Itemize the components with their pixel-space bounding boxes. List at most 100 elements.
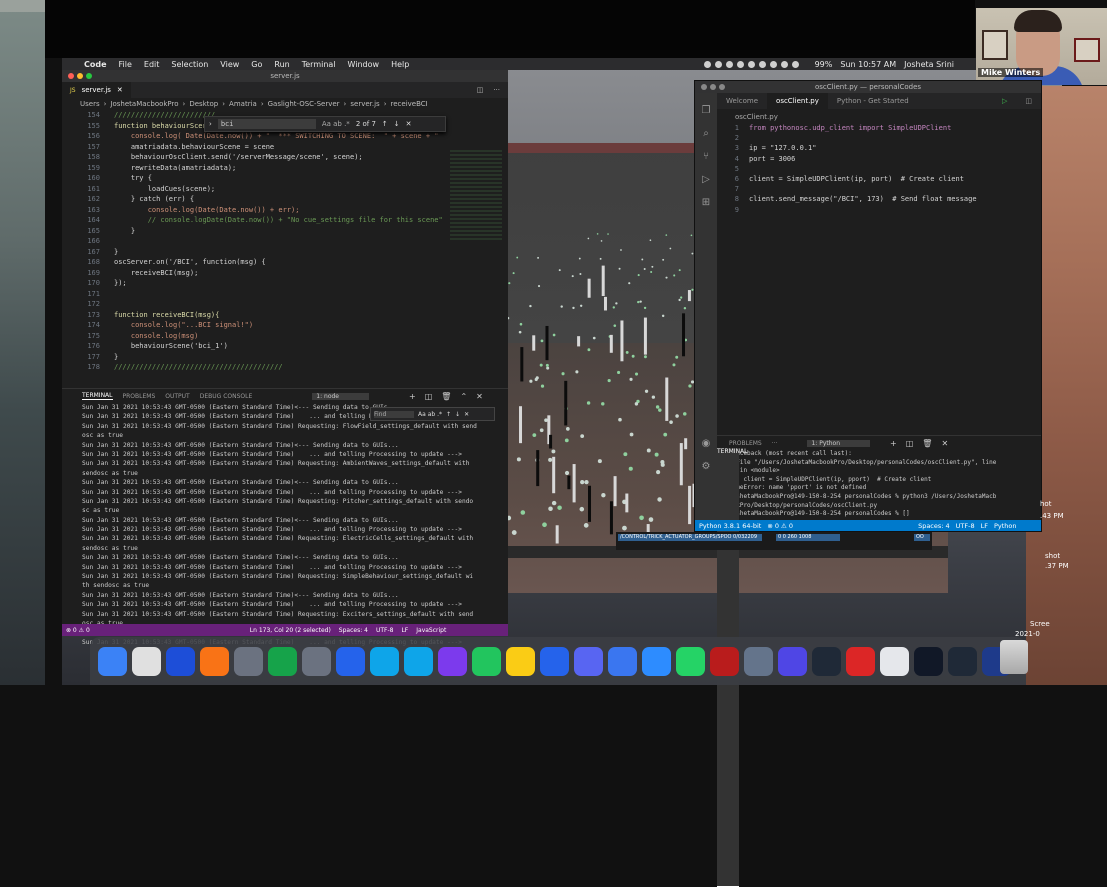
code-line[interactable]: function receiveBCI(msg){: [114, 310, 444, 321]
code-line[interactable]: 1 from pythonosc.udp_client import Simple…: [717, 123, 1041, 133]
menu-help[interactable]: Help: [391, 60, 409, 69]
crumb-user[interactable]: JoshetaMacbookPro: [110, 100, 178, 108]
encoding[interactable]: UTF-8: [956, 522, 975, 530]
indentation[interactable]: Spaces: 4: [339, 627, 368, 634]
desktop-file-label[interactable]: .43 PM: [1040, 512, 1064, 520]
close-panel-icon[interactable]: ✕: [941, 439, 948, 448]
code-text[interactable]: from pythonosc.udp_client import SimpleU…: [749, 123, 951, 133]
code-line[interactable]: console.log("...BCI signal!"): [114, 320, 444, 331]
minimize-icon[interactable]: [710, 84, 716, 90]
menu-file[interactable]: File: [119, 60, 132, 69]
crumb-project[interactable]: Gaslight-OSC-Server: [268, 100, 340, 108]
tab-oscclient[interactable]: oscClient.py: [767, 93, 828, 109]
terminal-output[interactable]: Sun Jan 31 2021 10:53:43 GMT-0500 (Easte…: [62, 403, 508, 647]
notes-icon[interactable]: [506, 646, 535, 676]
code-editor[interactable]: 154 155 156 157 158 159 160 161 162 163 164 165 166 1…: [62, 110, 508, 386]
skype-icon[interactable]: [404, 646, 433, 676]
code-line[interactable]: }: [114, 352, 444, 363]
terminal-output[interactable]: Traceback (most recent call last): File …: [717, 450, 1041, 519]
split-terminal-icon[interactable]: ◫: [425, 392, 433, 401]
menu-selection[interactable]: Selection: [171, 60, 208, 69]
code-text[interactable]: ip = "127.0.0.1": [749, 143, 816, 153]
code-line[interactable]: receiveBCI(msg);: [114, 268, 444, 279]
code-line[interactable]: 4 port = 3006: [717, 154, 1041, 164]
menu-code[interactable]: Code: [84, 60, 107, 69]
close-icon[interactable]: ✕: [464, 411, 469, 418]
code-line[interactable]: [114, 236, 444, 247]
maximize-icon[interactable]: [86, 73, 92, 79]
teams-icon[interactable]: [778, 646, 807, 676]
account-icon[interactable]: ◉: [695, 438, 717, 449]
code-line[interactable]: 5: [717, 164, 1041, 174]
indentation[interactable]: Spaces: 4: [918, 522, 950, 530]
crumb-file[interactable]: server.js: [350, 100, 379, 108]
menubar-user[interactable]: Josheta Srini: [904, 60, 954, 69]
find-options[interactable]: Aa ab .*: [418, 411, 442, 418]
new-terminal-icon[interactable]: +: [890, 439, 897, 448]
code-line[interactable]: ////////////////////////////////////////: [114, 362, 444, 373]
code-line[interactable]: });: [114, 278, 444, 289]
arrow-up-icon[interactable]: ↑: [446, 411, 451, 418]
excel-icon[interactable]: [268, 646, 297, 676]
code-line[interactable]: 8 client.send_message("/BCI", 173) # Send…: [717, 194, 1041, 204]
terminal-select[interactable]: 1: node: [312, 392, 370, 400]
manage-gear-icon[interactable]: ⚙: [695, 461, 717, 472]
source-control-icon[interactable]: ⑂: [695, 151, 717, 162]
code-line[interactable]: [114, 289, 444, 300]
illustrator-icon[interactable]: [710, 646, 739, 676]
quicktime-icon[interactable]: [948, 646, 977, 676]
more-tabs[interactable]: ···: [772, 440, 778, 447]
more-actions-icon[interactable]: ···: [493, 86, 500, 94]
code-line[interactable]: }: [114, 247, 444, 258]
split-editor-icon[interactable]: ◫: [1016, 93, 1041, 109]
eol[interactable]: LF: [981, 522, 988, 530]
tab-problems[interactable]: PROBLEMS: [123, 393, 156, 400]
minimize-icon[interactable]: [77, 73, 83, 79]
finder-icon[interactable]: [98, 646, 127, 676]
spotify-icon[interactable]: [472, 646, 501, 676]
code-line[interactable]: 7: [717, 184, 1041, 194]
code-line[interactable]: console.log( Date(Date.now()) + " *** SW…: [114, 131, 444, 142]
split-terminal-icon[interactable]: ◫: [906, 439, 914, 448]
terminal-find-input[interactable]: Find: [374, 410, 414, 418]
code-line[interactable]: } catch (err) {: [114, 194, 444, 205]
settings-icon[interactable]: [302, 646, 331, 676]
trash-icon[interactable]: [1000, 640, 1028, 674]
zoom-icon[interactable]: [642, 646, 671, 676]
problems-status[interactable]: ⊗ 0 ⚠ 0: [767, 522, 793, 530]
close-find-icon[interactable]: ✕: [406, 120, 412, 128]
desktop-file-label[interactable]: .37 PM: [1045, 562, 1069, 570]
launchpad-icon[interactable]: [234, 646, 263, 676]
cursor-position[interactable]: Ln 173, Col 20 (2 selected): [250, 627, 331, 634]
extensions-icon[interactable]: ⊞: [695, 197, 717, 208]
prev-match-icon[interactable]: ↑: [382, 120, 388, 128]
code-text[interactable]: client = SimpleUDPClient(ip, port) # Cre…: [749, 174, 964, 184]
code-line[interactable]: oscServer.on('/BCI', function(msg) {: [114, 257, 444, 268]
tab-server-js[interactable]: JS server.js ✕: [62, 82, 131, 98]
language-mode[interactable]: Python: [994, 522, 1017, 530]
desktop-file-label[interactable]: Scree: [1030, 620, 1050, 628]
new-terminal-icon[interactable]: +: [409, 392, 416, 401]
code-line[interactable]: behaviourScene('bci_1'): [114, 341, 444, 352]
signal-icon[interactable]: [608, 646, 637, 676]
image-capture-icon[interactable]: [744, 646, 773, 676]
code-line[interactable]: amatriadata.behaviourScene = scene: [114, 142, 444, 153]
code-line[interactable]: [114, 299, 444, 310]
discord-icon[interactable]: [574, 646, 603, 676]
tab-problems[interactable]: PROBLEMS: [729, 440, 762, 447]
desktop-file-label[interactable]: hot: [1040, 500, 1051, 508]
code-line[interactable]: rewriteData(amatriadata);: [114, 163, 444, 174]
terminal-select[interactable]: 1: Python: [807, 439, 871, 447]
toggle-replace-icon[interactable]: ›: [209, 120, 212, 128]
acrobat-icon[interactable]: [846, 646, 875, 676]
minimap[interactable]: [450, 150, 502, 240]
close-tab-icon[interactable]: ✕: [117, 86, 123, 94]
code-line[interactable]: console.log(msg): [114, 331, 444, 342]
menu-go[interactable]: Go: [251, 60, 262, 69]
split-editor-icon[interactable]: ◫: [477, 86, 484, 94]
next-match-icon[interactable]: ↓: [394, 120, 400, 128]
match-options[interactable]: Aa ab .*: [322, 120, 350, 128]
tab-welcome[interactable]: Welcome: [717, 93, 767, 109]
code-editor[interactable]: 1 from pythonosc.udp_client import Simple…: [717, 123, 1041, 215]
find-input[interactable]: bci: [217, 119, 316, 129]
